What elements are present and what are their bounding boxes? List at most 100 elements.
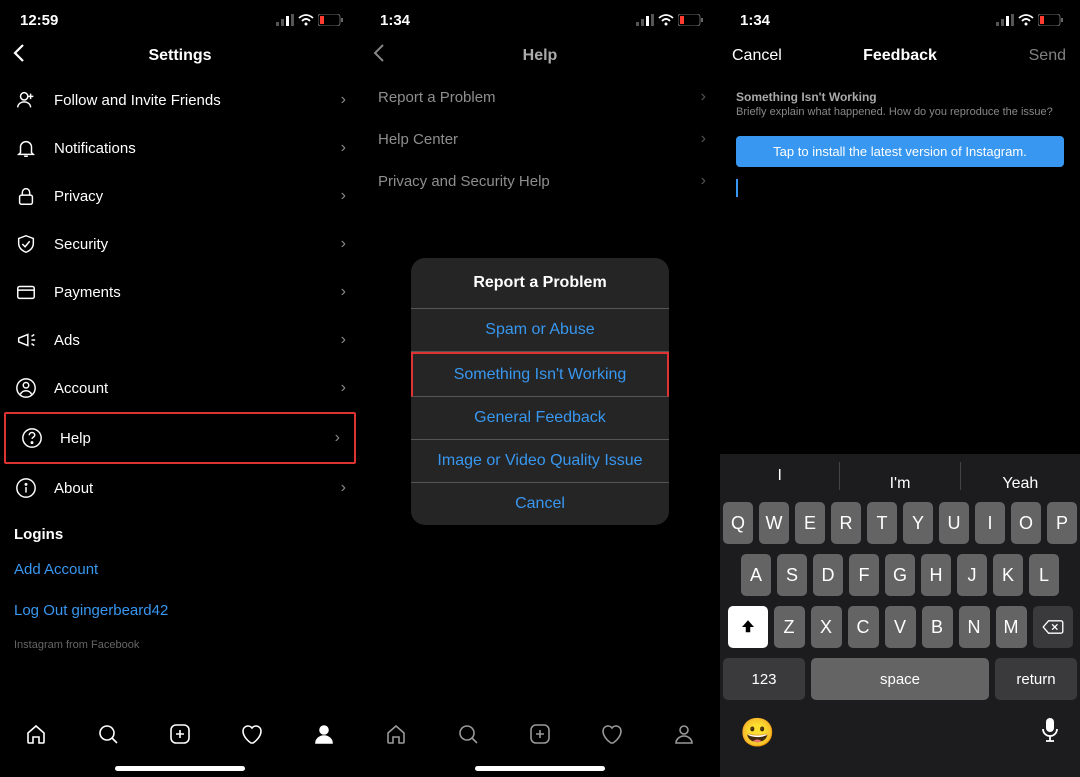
chevron-right-icon: › — [335, 429, 340, 447]
tab-profile[interactable] — [312, 722, 336, 751]
emoji-button[interactable]: 😀 — [740, 716, 775, 749]
key-y[interactable]: Y — [903, 502, 933, 544]
key-a[interactable]: A — [741, 554, 771, 596]
tab-add[interactable] — [528, 722, 552, 751]
key-u[interactable]: U — [939, 502, 969, 544]
signal-icon — [636, 14, 654, 26]
back-button[interactable] — [12, 42, 26, 70]
key-d[interactable]: D — [813, 554, 843, 596]
tab-home[interactable] — [24, 722, 48, 751]
key-t[interactable]: T — [867, 502, 897, 544]
row-privacy-security-help[interactable]: Privacy and Security Help › — [360, 160, 720, 202]
key-i[interactable]: I — [975, 502, 1005, 544]
key-r[interactable]: R — [831, 502, 861, 544]
sheet-option-cancel[interactable]: Cancel — [411, 483, 669, 525]
sheet-option-spam[interactable]: Spam or Abuse — [411, 309, 669, 352]
row-label: Privacy and Security Help — [378, 173, 685, 190]
key-z[interactable]: Z — [774, 606, 805, 648]
key-e[interactable]: E — [795, 502, 825, 544]
suggestion[interactable]: I — [720, 454, 839, 498]
dictation-button[interactable] — [1040, 717, 1060, 748]
add-account-link[interactable]: Add Account — [0, 549, 360, 590]
row-label: Privacy — [54, 188, 325, 205]
logout-link[interactable]: Log Out gingerbeard42 — [0, 590, 360, 631]
chevron-right-icon: › — [341, 235, 346, 253]
key-v[interactable]: V — [885, 606, 916, 648]
row-about[interactable]: About › — [0, 464, 360, 512]
chevron-right-icon: › — [341, 283, 346, 301]
key-q[interactable]: Q — [723, 502, 753, 544]
row-help[interactable]: Help › — [4, 412, 356, 464]
key-m[interactable]: M — [996, 606, 1027, 648]
feedback-subtitle: Briefly explain what happened. How do yo… — [720, 104, 1080, 128]
row-account[interactable]: Account › — [0, 364, 360, 412]
suggestion[interactable]: Yeah — [960, 462, 1080, 490]
nav-header: Help — [360, 36, 720, 76]
row-report-problem[interactable]: Report a Problem › — [360, 76, 720, 118]
chevron-right-icon: › — [341, 139, 346, 157]
key-f[interactable]: F — [849, 554, 879, 596]
key-s[interactable]: S — [777, 554, 807, 596]
sheet-option-something[interactable]: Something Isn't Working — [411, 352, 669, 397]
page-title: Help — [523, 47, 558, 65]
settings-list: Follow and Invite Friends › Notification… — [0, 76, 360, 708]
home-indicator[interactable] — [475, 766, 605, 771]
row-ads[interactable]: Ads › — [0, 316, 360, 364]
tab-search[interactable] — [96, 722, 120, 751]
status-bar: 1:34 — [360, 0, 720, 36]
key-space[interactable]: space — [811, 658, 989, 700]
key-g[interactable]: G — [885, 554, 915, 596]
row-help-center[interactable]: Help Center › — [360, 118, 720, 160]
sheet-option-feedback[interactable]: General Feedback — [411, 397, 669, 440]
row-notifications[interactable]: Notifications › — [0, 124, 360, 172]
key-b[interactable]: B — [922, 606, 953, 648]
key-j[interactable]: J — [957, 554, 987, 596]
status-icons — [636, 14, 704, 26]
key-h[interactable]: H — [921, 554, 951, 596]
key-p[interactable]: P — [1047, 502, 1077, 544]
signal-icon — [276, 14, 294, 26]
back-button[interactable] — [372, 42, 386, 70]
update-banner[interactable]: Tap to install the latest version of Ins… — [736, 136, 1064, 167]
sheet-option-quality[interactable]: Image or Video Quality Issue — [411, 440, 669, 483]
feedback-body: Something Isn't Working Briefly explain … — [720, 76, 1080, 197]
tab-add[interactable] — [168, 722, 192, 751]
key-n[interactable]: N — [959, 606, 990, 648]
suggestion[interactable]: I'm — [839, 462, 959, 490]
row-security[interactable]: Security › — [0, 220, 360, 268]
page-title: Feedback — [863, 47, 937, 65]
text-input[interactable] — [736, 179, 738, 197]
wifi-icon — [658, 14, 674, 26]
key-w[interactable]: W — [759, 502, 789, 544]
key-return[interactable]: return — [995, 658, 1077, 700]
tab-search[interactable] — [456, 722, 480, 751]
tab-activity[interactable] — [600, 722, 624, 751]
row-follow-invite[interactable]: Follow and Invite Friends › — [0, 76, 360, 124]
cancel-button[interactable]: Cancel — [732, 47, 782, 65]
key-c[interactable]: C — [848, 606, 879, 648]
clock: 1:34 — [740, 12, 770, 29]
home-indicator[interactable] — [115, 766, 245, 771]
row-privacy[interactable]: Privacy › — [0, 172, 360, 220]
key-x[interactable]: X — [811, 606, 842, 648]
tab-home[interactable] — [384, 722, 408, 751]
keyboard: I I'm Yeah Q W E R T Y U I O P A S D F — [720, 454, 1080, 777]
key-o[interactable]: O — [1011, 502, 1041, 544]
send-button[interactable]: Send — [1029, 47, 1066, 65]
key-l[interactable]: L — [1029, 554, 1059, 596]
tab-profile[interactable] — [672, 722, 696, 751]
key-123[interactable]: 123 — [723, 658, 805, 700]
row-label: Help Center — [378, 131, 685, 148]
key-shift[interactable] — [728, 606, 768, 648]
chevron-right-icon: › — [341, 187, 346, 205]
chevron-right-icon: › — [341, 379, 346, 397]
tab-activity[interactable] — [240, 722, 264, 751]
row-label: Notifications — [54, 140, 325, 157]
kb-row-2: A S D F G H J K L — [723, 554, 1077, 596]
battery-icon — [678, 14, 704, 26]
key-backspace[interactable] — [1033, 606, 1073, 648]
status-icons — [996, 14, 1064, 26]
key-k[interactable]: K — [993, 554, 1023, 596]
row-label: Ads — [54, 332, 325, 349]
row-payments[interactable]: Payments › — [0, 268, 360, 316]
